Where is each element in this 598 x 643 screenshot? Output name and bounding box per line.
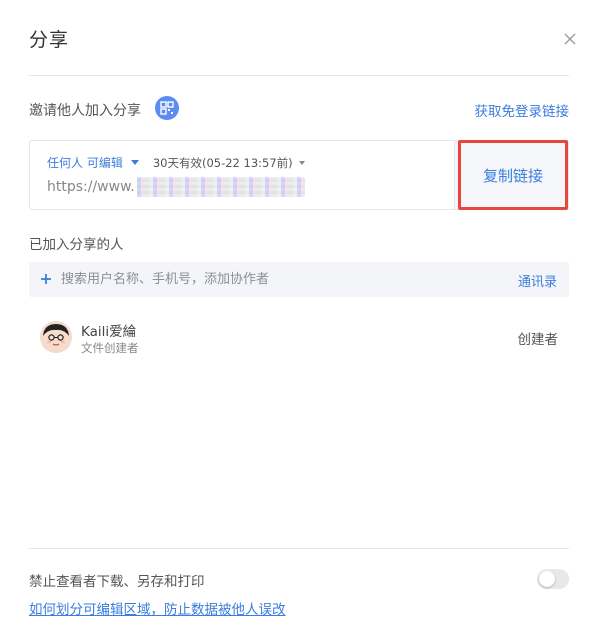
contacts-link[interactable]: 通讯录 — [518, 271, 557, 290]
plus-icon — [41, 274, 51, 284]
close-icon[interactable] — [559, 28, 581, 50]
forbid-download-label: 禁止查看者下载、另存和打印 — [29, 574, 205, 590]
member-name: Kaili爱綸 — [81, 324, 137, 340]
url-redacted — [136, 177, 305, 197]
permission-label: 任何人 可编辑 — [47, 156, 123, 170]
member-list-item: Kaili爱綸 文件创建者 创建者 — [29, 316, 569, 358]
members-section-label: 已加入分享的人 — [29, 237, 124, 253]
permission-row: 任何人 可编辑 30天有效(05-22 13:57前) — [47, 154, 305, 171]
footer-divider — [29, 548, 569, 549]
collaborator-search-input[interactable] — [61, 262, 481, 297]
validity-label: 30天有效(05-22 13:57前) — [152, 155, 293, 170]
share-url: https://www. — [47, 177, 305, 197]
free-login-link[interactable]: 获取免登录链接 — [475, 100, 570, 120]
add-collaborator-bar: 通讯录 — [29, 262, 569, 297]
toggle-knob — [539, 571, 555, 587]
validity-dropdown[interactable]: 30天有效(05-22 13:57前) — [153, 155, 305, 171]
forbid-download-toggle[interactable] — [537, 569, 569, 589]
editable-area-help-link[interactable]: 如何划分可编辑区域，防止数据被他人误改 — [29, 598, 286, 618]
qr-code-icon[interactable] — [155, 96, 179, 120]
member-role: 创建者 — [517, 332, 559, 348]
permission-dropdown[interactable]: 任何人 可编辑 — [47, 154, 139, 171]
url-prefix: https://www. — [47, 179, 135, 195]
member-subtitle: 文件创建者 — [81, 341, 139, 355]
invite-row: 邀请他人加入分享 获取免登录链接 — [29, 96, 569, 122]
header-divider — [29, 75, 569, 76]
avatar — [40, 321, 72, 353]
caret-down-icon — [130, 160, 139, 165]
share-dialog: 分享 邀请他人加入分享 获取免登录链接 任何人 可编辑 30天有效(05-22 … — [0, 0, 598, 643]
copy-link-button[interactable]: 复制链接 — [458, 140, 568, 210]
caret-down-icon — [298, 160, 305, 165]
invite-label: 邀请他人加入分享 — [29, 103, 141, 119]
dialog-title: 分享 — [29, 29, 70, 51]
